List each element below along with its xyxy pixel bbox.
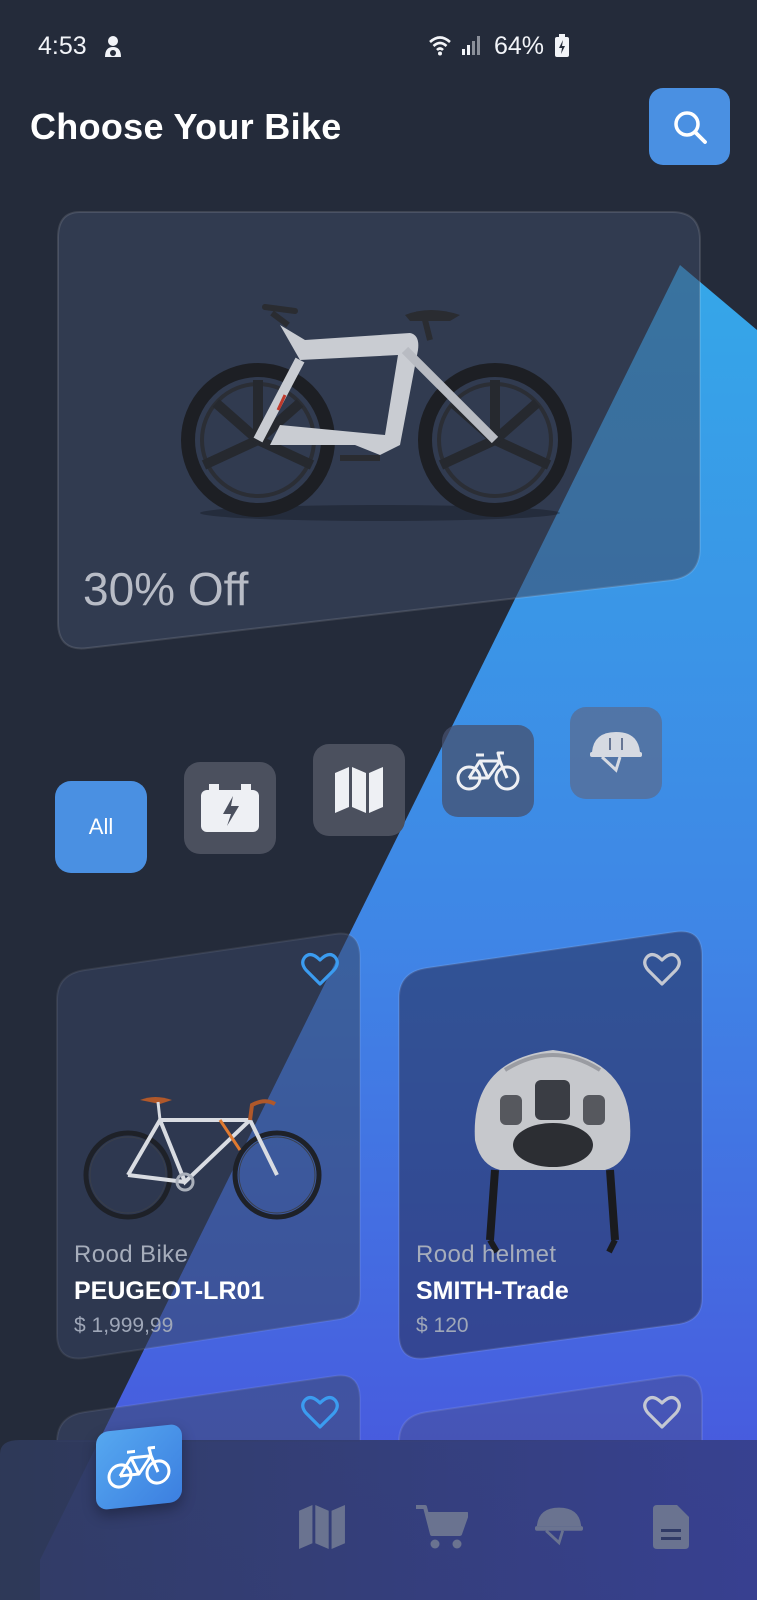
battery-charging-icon: [201, 784, 259, 832]
battery-icon: [555, 34, 569, 57]
category-map-button[interactable]: [313, 744, 405, 836]
product-name: PEUGEOT-LR01: [74, 1277, 265, 1305]
signal-icon: [462, 36, 480, 55]
product-price: $ 1,999,99: [74, 1314, 174, 1337]
status-bar: 4:53 64%: [0, 0, 757, 90]
product-category: Rood helmet: [416, 1241, 557, 1268]
cart-icon: [416, 1505, 468, 1549]
favorite-heart-icon[interactable]: [301, 1394, 339, 1430]
banner-discount-text: 30% Off: [83, 563, 249, 615]
map-icon: [299, 1505, 345, 1549]
map-icon: [335, 767, 383, 813]
category-helmet-button[interactable]: [570, 707, 662, 799]
category-all-label: All: [88, 814, 114, 839]
page-title: Choose Your Bike: [30, 106, 342, 147]
document-icon: [653, 1505, 689, 1549]
category-bike-button[interactable]: [442, 725, 534, 817]
search-button[interactable]: [649, 88, 730, 165]
nav-bike-button[interactable]: [96, 1423, 182, 1511]
product-category: Rood Bike: [74, 1241, 189, 1268]
bicycle-icon: [107, 1445, 171, 1489]
favorite-heart-icon[interactable]: [301, 951, 339, 987]
bike-helmet-image: [474, 1050, 631, 1254]
product-price: $ 120: [416, 1314, 469, 1337]
category-all-button[interactable]: All: [55, 781, 147, 873]
electric-bike-image: [181, 304, 572, 521]
helmet-icon: [590, 732, 642, 773]
nav-cart-button[interactable]: [414, 1499, 470, 1555]
wifi-icon: [429, 36, 451, 56]
battery-percentage: 64%: [494, 32, 545, 60]
category-battery-button[interactable]: [184, 762, 276, 854]
search-icon: [673, 110, 707, 144]
favorite-heart-icon[interactable]: [643, 951, 681, 987]
user-status-icon: [105, 36, 121, 57]
favorite-heart-icon[interactable]: [643, 1394, 681, 1430]
nav-helmet-button[interactable]: [531, 1499, 587, 1555]
road-bike-image: [83, 1097, 322, 1220]
helmet-icon: [535, 1507, 583, 1546]
bicycle-icon: [456, 751, 520, 791]
nav-map-button[interactable]: [294, 1499, 350, 1555]
nav-document-button[interactable]: [643, 1499, 699, 1555]
status-time: 4:53: [38, 32, 87, 60]
product-name: SMITH-Trade: [416, 1277, 569, 1305]
